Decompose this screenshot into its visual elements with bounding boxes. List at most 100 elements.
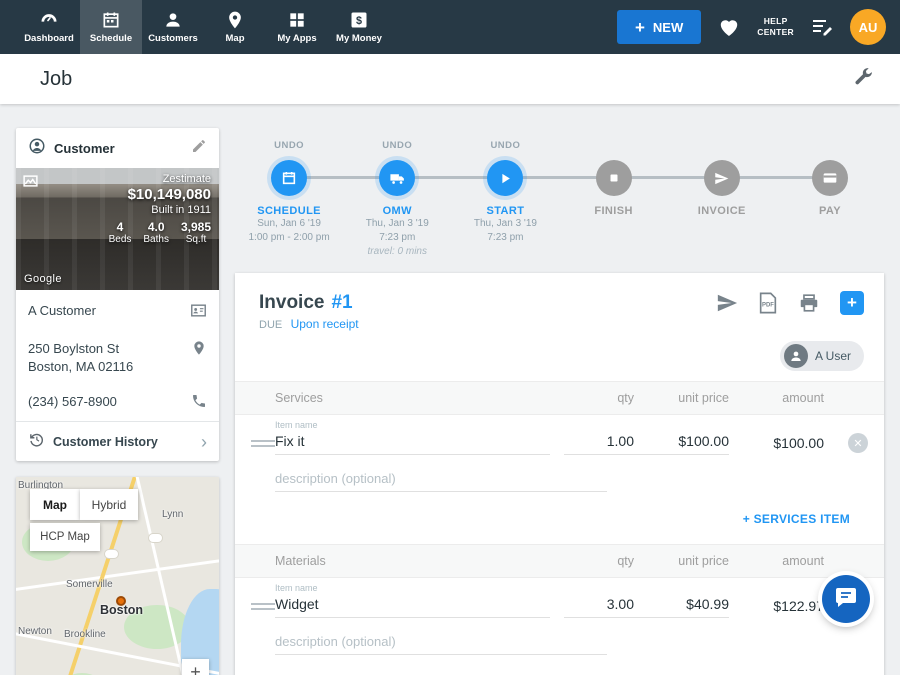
nav-map[interactable]: Map bbox=[204, 0, 266, 54]
material-amount: $122.97 bbox=[729, 598, 824, 614]
assigned-user-name: A User bbox=[815, 349, 851, 363]
add-invoice-button[interactable]: + bbox=[840, 291, 864, 315]
assigned-user-chip[interactable]: A User bbox=[780, 341, 864, 371]
zestimate-value: $10,149,080 bbox=[109, 186, 211, 203]
customer-history-row[interactable]: Customer History › bbox=[16, 421, 219, 461]
user-bust-icon bbox=[784, 344, 808, 368]
road-shield-icon bbox=[148, 533, 163, 543]
omw-step-truck-icon[interactable] bbox=[379, 160, 415, 196]
invoice-number[interactable]: #1 bbox=[331, 292, 352, 314]
customer-phone: (234) 567-8900 bbox=[28, 393, 183, 411]
service-unit-price-input[interactable] bbox=[634, 431, 729, 455]
hcp-map-button[interactable]: HCP Map bbox=[30, 523, 100, 551]
map-road bbox=[16, 556, 219, 592]
service-description-row bbox=[235, 455, 884, 508]
omw-travel-time: travel: 0 mins bbox=[368, 245, 427, 259]
built-year: Built in 1911 bbox=[109, 204, 211, 216]
material-qty-input[interactable] bbox=[564, 594, 634, 618]
pay-step-card-icon[interactable] bbox=[812, 160, 848, 196]
activity-notes-icon[interactable] bbox=[810, 15, 834, 39]
services-section-label: Services bbox=[275, 391, 564, 405]
finish-step-stop-icon[interactable] bbox=[596, 160, 632, 196]
start-undo-button[interactable]: UNDO bbox=[490, 140, 520, 160]
add-services-row: + SERVICES ITEM bbox=[235, 508, 884, 544]
timeline-step-invoice: INVOICE bbox=[668, 140, 776, 259]
start-date-line1: Thu, Jan 3 '19 bbox=[474, 217, 537, 231]
sidebar: Customer Zestimate $10,149,080 Built in … bbox=[16, 128, 219, 675]
remove-item-icon[interactable]: ✕ bbox=[848, 433, 868, 453]
dollar-square-icon: $ bbox=[349, 10, 369, 30]
schedule-date-line2: 1:00 pm - 2:00 pm bbox=[249, 231, 330, 245]
map-label-newton: Newton bbox=[18, 626, 52, 637]
material-item-name-input[interactable] bbox=[275, 594, 550, 618]
customer-card-title: Customer bbox=[54, 141, 115, 156]
due-terms-link[interactable]: Upon receipt bbox=[291, 317, 359, 331]
map-type-hybrid-button[interactable]: Hybrid bbox=[80, 489, 138, 520]
step-label-invoice: INVOICE bbox=[698, 205, 746, 217]
job-progress-timeline: UNDO SCHEDULE Sun, Jan 6 '19 1:00 pm - 2… bbox=[235, 128, 884, 267]
main-area: Customer Zestimate $10,149,080 Built in … bbox=[0, 104, 900, 675]
map-label-lynn: Lynn bbox=[162, 509, 183, 520]
svg-text:$: $ bbox=[356, 15, 362, 27]
omw-undo-button[interactable]: UNDO bbox=[382, 140, 412, 160]
nav-my-apps[interactable]: My Apps bbox=[266, 0, 328, 54]
schedule-undo-button[interactable]: UNDO bbox=[274, 140, 304, 160]
property-photo[interactable]: Zestimate $10,149,080 Built in 1911 4 Be… bbox=[16, 168, 219, 290]
nav-my-money[interactable]: $ My Money bbox=[328, 0, 390, 54]
top-nav: Dashboard Schedule Customers Map My Apps bbox=[0, 0, 900, 54]
mini-map[interactable]: Burlington Lynn Somerville Boston Brookl… bbox=[16, 477, 219, 675]
service-item-name-input[interactable] bbox=[275, 431, 550, 455]
customer-name-row: A Customer bbox=[16, 290, 219, 331]
address-line1: 250 Boylston St bbox=[28, 340, 183, 358]
map-label-somerville: Somerville bbox=[66, 579, 113, 590]
drag-handle-icon[interactable] bbox=[251, 603, 275, 610]
start-date-line2: 7:23 pm bbox=[487, 231, 523, 245]
step-label-start: START bbox=[487, 205, 525, 217]
customer-phone-row: (234) 567-8900 bbox=[16, 384, 219, 421]
service-qty-input[interactable] bbox=[564, 431, 634, 455]
phone-icon[interactable] bbox=[191, 393, 207, 412]
pdf-icon[interactable]: PDF bbox=[758, 292, 778, 314]
schedule-step-calendar-icon[interactable] bbox=[271, 160, 307, 196]
nav-customers[interactable]: Customers bbox=[142, 0, 204, 54]
job-tools-wrench-icon[interactable] bbox=[852, 66, 874, 93]
help-center-link[interactable]: HELP CENTER bbox=[757, 16, 794, 38]
item-name-label: Item name bbox=[275, 583, 318, 593]
customer-history-label: Customer History bbox=[53, 435, 193, 449]
omw-date-line2: 7:23 pm bbox=[379, 231, 415, 245]
map-label-brookline: Brookline bbox=[64, 629, 106, 640]
print-icon[interactable] bbox=[798, 292, 820, 314]
nav-dashboard-label: Dashboard bbox=[24, 33, 74, 44]
drag-handle-icon[interactable] bbox=[251, 440, 275, 447]
edit-pencil-icon[interactable] bbox=[191, 138, 207, 159]
start-step-play-icon[interactable] bbox=[487, 160, 523, 196]
contact-card-icon[interactable] bbox=[190, 302, 207, 322]
svg-text:PDF: PDF bbox=[762, 303, 774, 309]
send-invoice-icon[interactable] bbox=[716, 292, 738, 314]
nav-schedule[interactable]: Schedule bbox=[80, 0, 142, 54]
service-description-input[interactable] bbox=[275, 469, 607, 492]
location-pin-icon[interactable] bbox=[191, 340, 207, 359]
chat-bubble-button[interactable] bbox=[822, 575, 870, 623]
beds-value: 4 bbox=[109, 220, 132, 234]
item-name-label: Item name bbox=[275, 420, 318, 430]
map-type-map-button[interactable]: Map bbox=[30, 489, 80, 520]
material-description-input[interactable] bbox=[275, 632, 607, 655]
invoice-due-row: DUE Upon receipt bbox=[259, 317, 864, 331]
zoom-in-button[interactable]: + bbox=[182, 659, 209, 675]
new-button[interactable]: + NEW bbox=[617, 10, 701, 44]
job-header-bar: Job bbox=[0, 54, 900, 104]
unit-price-column-header: unit price bbox=[634, 554, 729, 568]
beds-label: Beds bbox=[109, 234, 132, 245]
step-label-schedule: SCHEDULE bbox=[257, 205, 321, 217]
nav-dashboard[interactable]: Dashboard bbox=[18, 0, 80, 54]
customer-card-header: Customer bbox=[16, 128, 219, 168]
heart-icon[interactable] bbox=[717, 15, 741, 39]
add-services-item-link[interactable]: + SERVICES ITEM bbox=[743, 512, 850, 526]
user-avatar[interactable]: AU bbox=[850, 9, 886, 45]
amount-column-header: amount bbox=[729, 391, 824, 405]
material-unit-price-input[interactable] bbox=[634, 594, 729, 618]
invoice-action-icons: PDF + bbox=[716, 291, 864, 315]
service-amount: $100.00 bbox=[729, 435, 824, 451]
invoice-step-send-icon[interactable] bbox=[704, 160, 740, 196]
